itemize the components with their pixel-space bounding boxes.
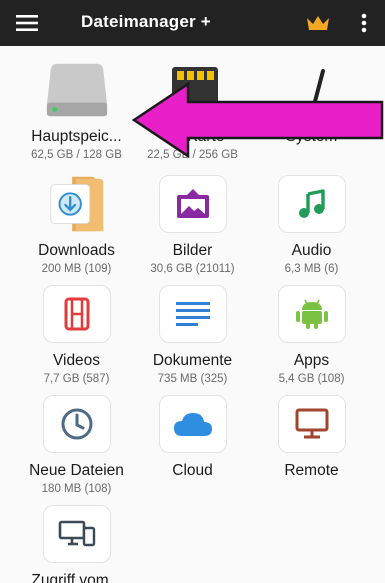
tile-label: Downloads [38, 242, 115, 259]
tile-label: Neue Dateien [29, 462, 124, 479]
tile-sub: 62,5 GB / 128 GB [31, 149, 122, 161]
tile-label: Cloud [172, 462, 213, 479]
premium-button[interactable] [303, 10, 333, 36]
tile-label: Hauptspeic... [31, 128, 122, 145]
tile-audio[interactable]: Audio 6,3 MB (6) [254, 170, 369, 280]
tile-label: Audio [291, 242, 332, 259]
clock-icon [61, 408, 92, 440]
image-icon [176, 189, 209, 218]
tile-sub: 5,4 GB (108) [278, 373, 345, 385]
music-note-icon [298, 189, 325, 218]
tile-sub: 735 MB (325) [157, 373, 228, 385]
devices-icon [58, 520, 95, 547]
tile-sub: 7,7 GB (587) [43, 373, 110, 385]
internal-storage-icon [46, 63, 107, 117]
cloud-icon [173, 413, 212, 436]
crown-icon [307, 16, 329, 30]
app-title: Dateimanager + [81, 12, 211, 31]
tile-sub: 30,6 GB (21011) [150, 263, 235, 275]
tile-label: Apps [293, 352, 330, 369]
tile-label: Dokumente [152, 352, 233, 369]
tile-downloads[interactable]: Downloads 200 MB (109) [19, 170, 134, 280]
monitor-icon [295, 408, 328, 439]
tile-label: Videos [52, 352, 101, 369]
tile-sub: 200 MB (109) [41, 263, 112, 275]
tile-label: Bilder [172, 242, 213, 259]
android-icon [295, 299, 328, 329]
tile-new-files[interactable]: Neue Dateien 180 MB (108) [19, 390, 134, 500]
tile-internal-storage[interactable]: Hauptspeic... 62,5 GB / 128 GB [19, 56, 134, 166]
tile-label: Zugriff vom... [31, 572, 122, 583]
tile-remote[interactable]: Remote [254, 390, 369, 500]
tile-label: Remote [284, 462, 339, 479]
tile-apps[interactable]: Apps 5,4 GB (108) [254, 280, 369, 390]
tile-cloud[interactable]: Cloud [135, 390, 250, 500]
film-icon [64, 297, 89, 331]
tile-remote-access[interactable]: Zugriff vom... [19, 500, 134, 583]
more-vert-icon [361, 13, 367, 33]
tile-sub: 180 MB (108) [41, 483, 112, 495]
menu-button[interactable] [12, 8, 42, 38]
annotation-arrow [131, 81, 384, 159]
hamburger-menu-icon [16, 15, 38, 31]
tile-videos[interactable]: Videos 7,7 GB (587) [19, 280, 134, 390]
app-bar: Dateimanager + [0, 0, 385, 46]
more-options-button[interactable] [352, 8, 376, 38]
tile-images[interactable]: Bilder 30,6 GB (21011) [135, 170, 250, 280]
document-icon [175, 302, 210, 326]
tile-sub: 6,3 MB (6) [284, 263, 339, 275]
downloads-folder-icon [49, 176, 103, 232]
tile-documents[interactable]: Dokumente 735 MB (325) [135, 280, 250, 390]
